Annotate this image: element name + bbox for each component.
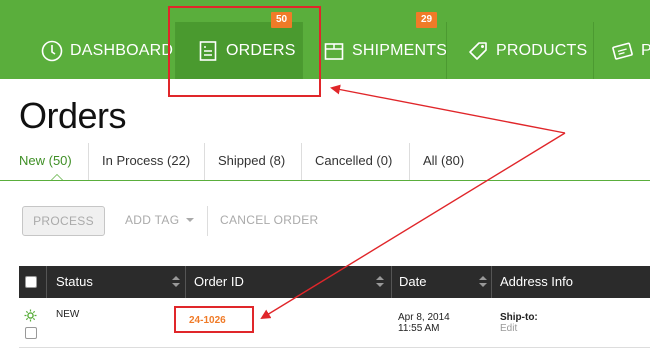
arrow-to-orders-tab bbox=[330, 84, 566, 134]
arrow-to-order-id bbox=[260, 132, 566, 320]
annotation-arrows bbox=[260, 84, 566, 320]
